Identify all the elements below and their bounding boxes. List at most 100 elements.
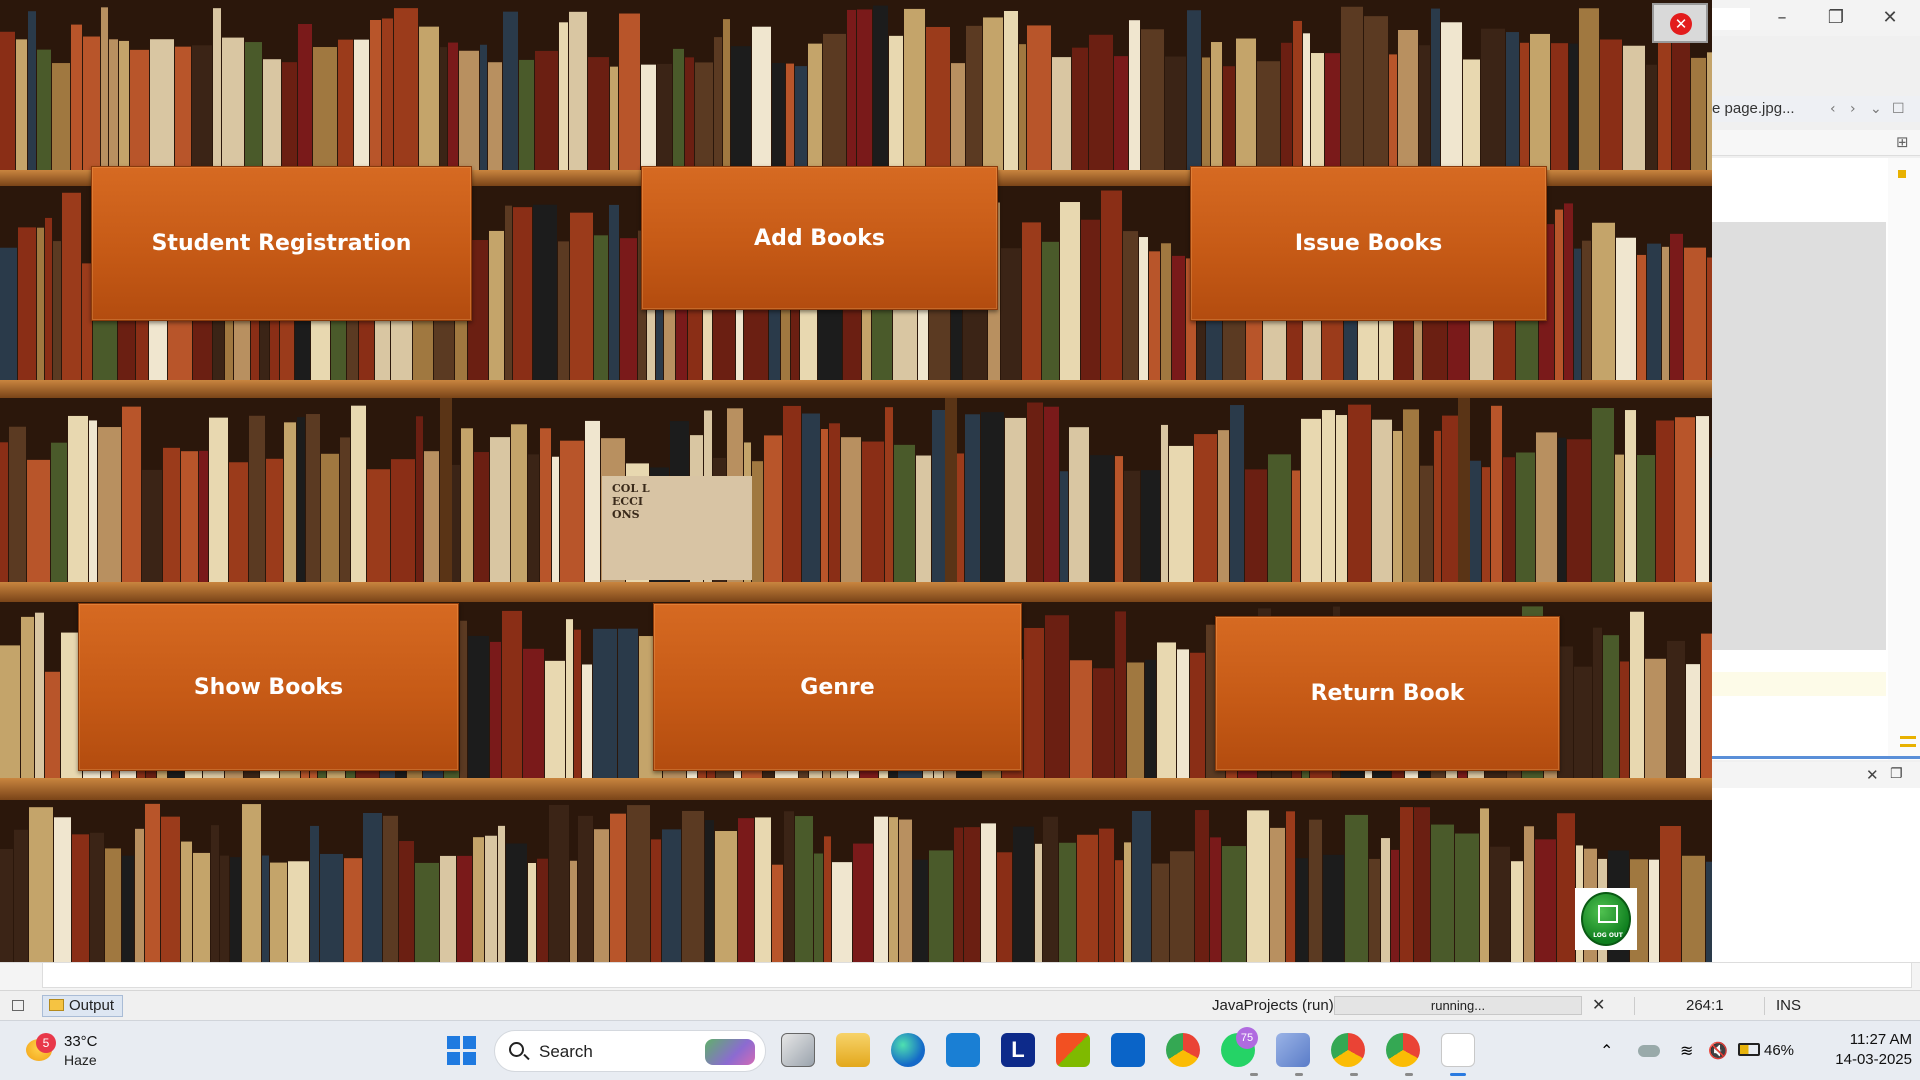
book-spine [1190, 652, 1205, 778]
book-spine [1177, 649, 1189, 778]
book-spine [1530, 33, 1550, 170]
book-spine [399, 841, 414, 962]
close-window-icon[interactable]: ✕ [1866, 6, 1914, 30]
battery-icon[interactable] [1738, 1043, 1760, 1056]
book-spine [618, 628, 638, 778]
chevron-right-icon[interactable]: › [1850, 96, 1856, 122]
return-book-button[interactable]: Return Book [1215, 616, 1560, 771]
book-spine [1059, 842, 1076, 962]
book-spine [558, 241, 569, 380]
book-spine [511, 424, 527, 582]
book-spine [89, 420, 97, 582]
genre-button[interactable]: Genre [653, 603, 1022, 771]
chrome-profile-icon[interactable] [1331, 1033, 1365, 1067]
book-spine [1129, 20, 1140, 170]
book-spine [641, 64, 656, 170]
book-spine [0, 247, 17, 380]
book-spine [506, 843, 527, 962]
book-spine [1281, 42, 1292, 170]
book-spine [1686, 664, 1700, 778]
panel-divider[interactable] [1712, 756, 1920, 759]
windows-start-icon[interactable] [442, 1031, 482, 1071]
book-spine [122, 855, 134, 962]
editor-tab[interactable]: e page.jpg... [1712, 96, 1832, 122]
output-text-area[interactable] [42, 962, 1912, 988]
grid-icon[interactable]: ⊞ [1896, 133, 1909, 151]
book-spine [68, 415, 88, 582]
close-panel-icon[interactable]: ✕ [1866, 766, 1879, 784]
book-spine [857, 9, 872, 171]
caret-position: 264:1 [1686, 997, 1724, 1014]
chevron-down-icon[interactable]: ⌄ [1870, 96, 1882, 122]
book-spine [1052, 57, 1071, 170]
chrome-icon[interactable] [1166, 1033, 1200, 1067]
book-spine [1293, 20, 1302, 170]
taskbar-search[interactable]: Search [494, 1030, 766, 1072]
book-spine [841, 437, 861, 582]
stop-run-icon[interactable]: ✕ [1592, 995, 1605, 1015]
issue-books-button[interactable]: Issue Books [1190, 166, 1547, 321]
book-spine [263, 59, 281, 170]
task-view-icon[interactable] [781, 1033, 815, 1067]
book-spine [1222, 846, 1246, 962]
java-app-icon[interactable] [1441, 1033, 1475, 1067]
book-spine [72, 834, 89, 962]
notification-badge: 5 [36, 1033, 56, 1053]
book-spine [610, 813, 626, 962]
file-explorer-icon[interactable] [836, 1033, 870, 1067]
book-spine [1323, 854, 1344, 962]
chevron-up-icon[interactable]: ⌃ [1600, 1041, 1622, 1060]
book-spine [119, 40, 129, 171]
weather-widget[interactable]: 5 33°C Haze [22, 1029, 162, 1073]
speaker-muted-icon[interactable]: 🔇 [1708, 1041, 1730, 1060]
book-spine [578, 815, 593, 962]
close-icon: ✕ [1670, 13, 1692, 35]
prime-video-icon[interactable] [946, 1033, 980, 1067]
book-spine [340, 437, 350, 582]
edge-browser-icon[interactable] [891, 1033, 925, 1067]
maximize-editor-icon[interactable]: ☐ [1892, 96, 1905, 122]
book-spine [448, 42, 458, 170]
virtualbox-icon[interactable] [1276, 1033, 1310, 1067]
line-marker[interactable] [1900, 744, 1916, 747]
outlook-icon[interactable] [1111, 1033, 1145, 1067]
error-marker[interactable] [1898, 170, 1906, 178]
editor-selection [1712, 222, 1886, 650]
book-spine [363, 812, 382, 962]
onedrive-icon[interactable] [1638, 1045, 1660, 1057]
restore-icon[interactable]: ❐ [1812, 6, 1860, 30]
show-books-button[interactable]: Show Books [78, 603, 459, 771]
chevron-left-icon[interactable]: ‹ [1830, 96, 1836, 122]
launcher-l-icon[interactable]: L [1001, 1033, 1035, 1067]
divider [1764, 997, 1765, 1015]
book-spine [0, 645, 20, 778]
clock[interactable]: 11:27 AM 14-03-2025 [1812, 1031, 1912, 1068]
book-spine [109, 39, 118, 171]
minimize-icon[interactable]: – [1758, 6, 1806, 30]
book-spine [904, 8, 925, 170]
book-spine [1656, 420, 1674, 582]
editor-scrollbar[interactable] [1888, 158, 1920, 760]
restore-panel-icon[interactable]: ❐ [1890, 766, 1903, 782]
book-spine [1645, 658, 1666, 778]
wifi-icon[interactable]: ≋ [1680, 1041, 1702, 1060]
add-books-button[interactable]: Add Books [641, 166, 998, 310]
book-spine [62, 192, 81, 380]
book-spine [594, 235, 608, 380]
microsoft-store-icon[interactable] [1056, 1033, 1090, 1067]
student-registration-button[interactable]: Student Registration [91, 166, 472, 321]
book-spine [533, 204, 557, 380]
line-marker[interactable] [1900, 736, 1916, 739]
book-spine [1247, 810, 1269, 962]
app-close-button[interactable]: ✕ [1652, 3, 1708, 43]
chrome-profile-s-icon[interactable] [1386, 1033, 1420, 1067]
book-spine [474, 452, 489, 582]
book-spine [1093, 668, 1114, 778]
book-spine [1019, 44, 1026, 171]
restore-output-icon[interactable] [12, 1000, 24, 1011]
book-spine [192, 45, 212, 171]
book-spine [1558, 437, 1566, 582]
book-spine [306, 414, 320, 582]
logout-button[interactable]: LOG OUT [1575, 888, 1637, 950]
tab-output[interactable]: Output [42, 995, 124, 1017]
